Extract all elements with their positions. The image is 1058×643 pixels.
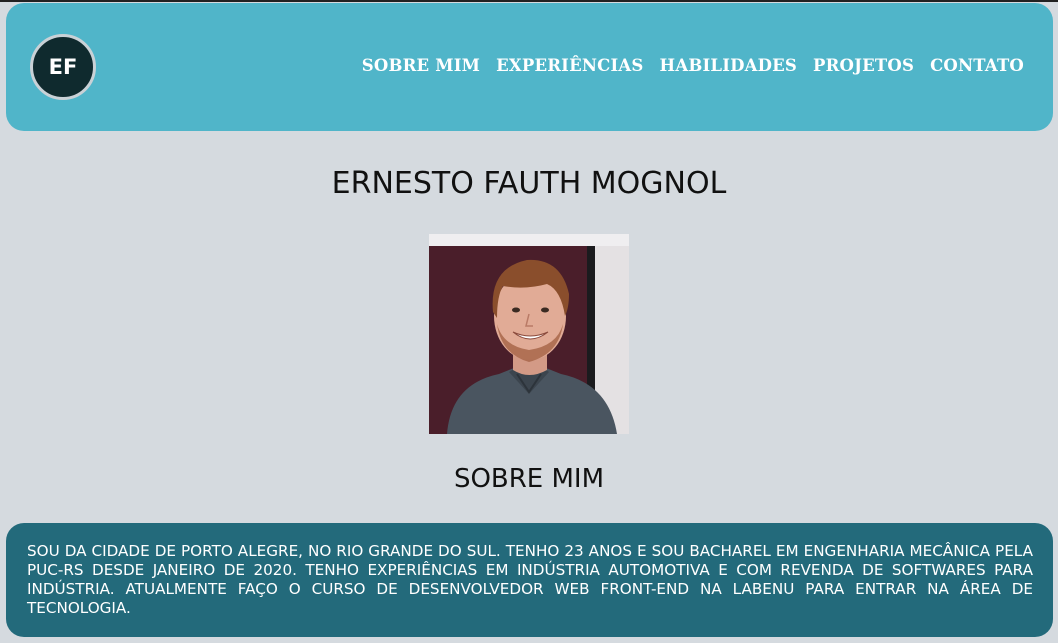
page-title-name: ERNESTO FAUTH MOGNOL [331,166,727,201]
site-header: EF SOBRE MIM EXPERIÊNCIAS HABILIDADES PR… [6,3,1053,131]
profile-photo [429,234,629,434]
nav-link-contato[interactable]: CONTATO [930,56,1024,75]
logo-avatar[interactable]: EF [30,34,96,100]
profile-photo-icon [429,234,629,434]
nav-link-experiencias[interactable]: EXPERIÊNCIAS [496,56,643,75]
window-top-border [0,0,1058,2]
nav-link-sobre-mim[interactable]: SOBRE MIM [362,56,480,75]
about-text-box: SOU DA CIDADE DE PORTO ALEGRE, NO RIO GR… [6,523,1053,637]
main-nav: SOBRE MIM EXPERIÊNCIAS HABILIDADES PROJE… [362,56,1024,75]
about-section-title: SOBRE MIM [453,464,605,494]
about-paragraph: SOU DA CIDADE DE PORTO ALEGRE, NO RIO GR… [27,542,1033,617]
nav-link-habilidades[interactable]: HABILIDADES [660,56,798,75]
nav-link-projetos[interactable]: PROJETOS [813,56,914,75]
